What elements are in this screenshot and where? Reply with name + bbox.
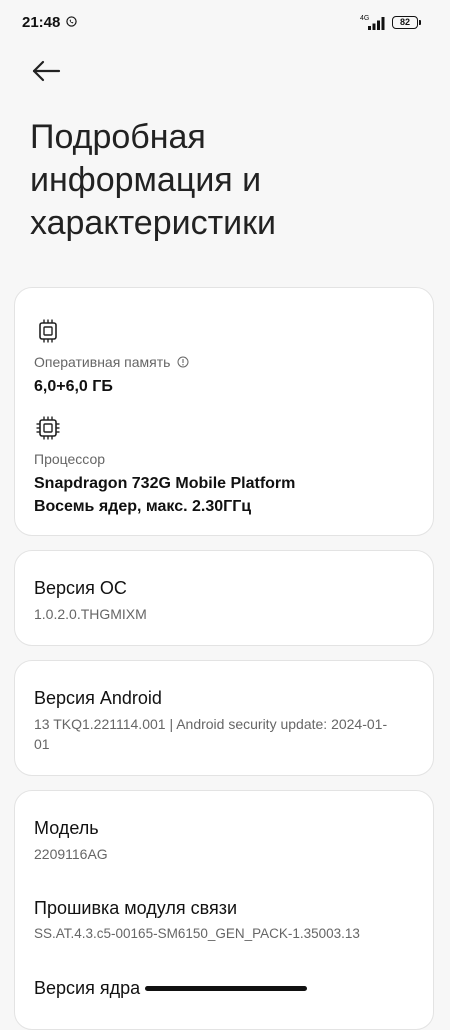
whatsapp-icon <box>66 16 77 27</box>
cpu-model-value: Snapdragon 732G Mobile Platform <box>34 475 296 492</box>
kernel-title: Версия ядра <box>34 978 141 998</box>
device-info-card: Модель 2209116AG Прошивка модуля связи S… <box>14 790 434 1030</box>
page-title: Подробная информация и характеристики <box>30 118 277 242</box>
status-time: 21:48 <box>22 14 61 31</box>
model-value: 2209116AG <box>34 846 108 862</box>
battery-level: 82 <box>399 17 410 27</box>
baseband-title: Прошивка модуля связи <box>34 898 238 918</box>
info-icon[interactable] <box>177 356 189 368</box>
hardware-specs-card: Оперативная память 6,0+6,0 ГБ Процессор … <box>14 287 434 536</box>
status-bar: 21:48 4G 82 <box>0 0 450 44</box>
android-version-value: 13 TKQ1.221114.001 | Android security up… <box>34 716 388 752</box>
cpu-cores-value: Восемь ядер, макс. 2.30ГГц <box>34 498 252 515</box>
baseband-value: SS.AT.4.3.c5-00165-SM6150_GEN_PACK-1.350… <box>34 926 360 941</box>
os-version-card[interactable]: Версия ОС 1.0.2.0.THGMIXM <box>14 550 434 646</box>
signal-strength-icon <box>368 17 385 30</box>
ram-label-row: Оперативная память <box>34 354 189 370</box>
ram-value: 6,0+6,0 ГБ <box>34 378 113 395</box>
ram-label: Оперативная память <box>34 354 171 370</box>
memory-chip-icon <box>39 319 57 343</box>
battery-icon: 82 <box>392 16 421 29</box>
model-title: Модель <box>34 818 99 838</box>
os-version-value: 1.0.2.0.THGMIXM <box>34 606 147 622</box>
android-version-title: Версия Android <box>34 688 162 708</box>
back-arrow-icon[interactable] <box>26 52 66 92</box>
android-version-card[interactable]: Версия Android 13 TKQ1.221114.001 | Andr… <box>14 660 434 776</box>
cpu-chip-icon <box>36 416 60 440</box>
home-indicator[interactable] <box>145 986 307 991</box>
os-version-title: Версия ОС <box>34 578 127 598</box>
cpu-label: Процессор <box>34 451 106 467</box>
